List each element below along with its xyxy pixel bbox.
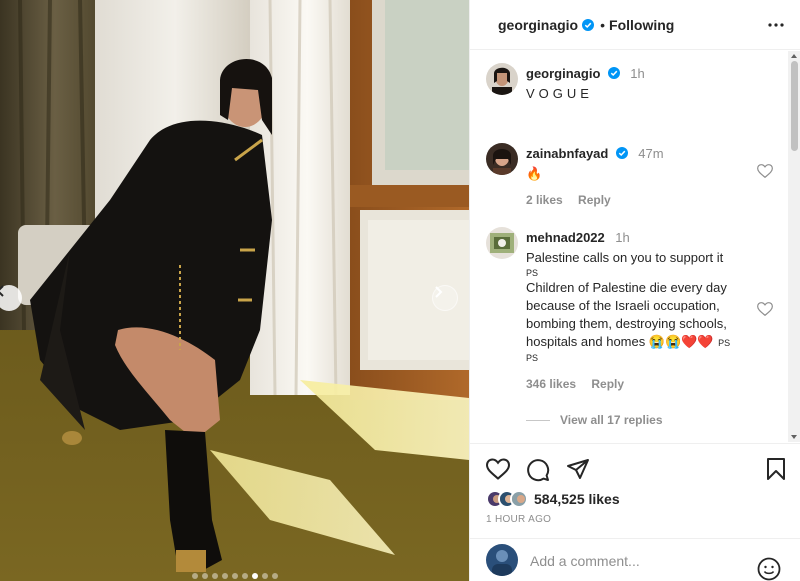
comment-time[interactable]: 1h [615, 230, 629, 245]
author-username[interactable]: georginagio [498, 17, 578, 33]
comment-likes[interactable]: 2 likes [526, 193, 563, 207]
comment-line: because of the Israeli occupation, [526, 298, 720, 313]
carousel-next-button[interactable] [432, 285, 458, 311]
post-actions: 584,525 likes 1 HOUR AGO [470, 443, 800, 538]
comments-list[interactable]: georginagio 1h VOGUE zainabnfayad 47m 🔥 [470, 51, 800, 442]
more-horizontal-icon [768, 23, 784, 27]
carousel-dot [191, 573, 198, 579]
comment-button[interactable] [526, 458, 550, 487]
post-timestamp[interactable]: 1 HOUR AGO [486, 514, 551, 525]
post-side-panel: georginagio • Following georginagio 1h V… [469, 0, 800, 581]
reply-button[interactable]: Reply [578, 193, 611, 207]
comment-input[interactable] [530, 551, 750, 571]
heart-icon [485, 458, 511, 480]
comment-line: Palestine calls on you to support it [526, 250, 724, 265]
caption-username[interactable]: georginagio [526, 66, 600, 81]
comment-composer [470, 538, 800, 581]
chevron-left-icon [0, 285, 4, 297]
carousel-dot [271, 573, 278, 579]
carousel-dot [231, 573, 238, 579]
heart-icon [757, 164, 773, 179]
post-header: georginagio • Following [470, 0, 800, 50]
comment-text: 🔥 [526, 166, 543, 181]
following-button[interactable]: Following [609, 17, 674, 33]
post-photo [0, 0, 469, 581]
current-user-avatar [486, 544, 518, 576]
carousel-dot [261, 573, 268, 579]
comment-like-button[interactable] [757, 164, 773, 183]
verified-badge-icon [615, 147, 628, 159]
carousel-dot [241, 573, 248, 579]
caption-avatar[interactable] [486, 63, 518, 95]
bookmark-icon [767, 458, 785, 480]
carousel-indicator [0, 573, 469, 579]
carousel-dot [201, 573, 208, 579]
comment-avatar[interactable] [486, 227, 518, 259]
likes-summary[interactable]: 584,525 likes [486, 490, 620, 508]
carousel-dot [211, 573, 218, 579]
like-button[interactable] [485, 458, 511, 485]
comment-line: hospitals and homes 😭😭❤️❤️ [526, 334, 714, 349]
comments-scrollbar[interactable] [788, 51, 800, 442]
smiley-icon [757, 557, 781, 581]
carousel-dot [221, 573, 228, 579]
comment-time[interactable]: 47m [638, 146, 663, 161]
send-icon [567, 459, 589, 479]
liker-avatar [510, 490, 528, 508]
verified-badge-icon [607, 67, 620, 79]
replies-divider [526, 419, 550, 421]
emoji-button[interactable] [757, 557, 781, 581]
header-separator: • [600, 16, 606, 33]
comment-meta: 346 likes Reply [526, 377, 761, 391]
reply-button[interactable]: Reply [591, 377, 624, 391]
comment-avatar[interactable] [486, 143, 518, 175]
caption-time[interactable]: 1h [630, 66, 644, 81]
comment-icon [527, 459, 550, 482]
more-options-button[interactable] [765, 14, 787, 36]
share-button[interactable] [566, 458, 590, 485]
chevron-right-icon [435, 286, 443, 298]
scroll-down-arrow[interactable] [791, 435, 797, 439]
comment-username[interactable]: zainabnfayad [526, 146, 608, 161]
caption-text: VOGUE [526, 86, 593, 101]
comment-meta: 2 likes Reply [526, 193, 756, 207]
comment-line: PS [526, 268, 539, 278]
view-replies-label: View all 17 replies [560, 413, 663, 427]
comment-line: Children of Palestine die every day [526, 280, 727, 295]
scroll-up-arrow[interactable] [791, 54, 797, 58]
carousel-dot-active [251, 573, 258, 579]
photo-scene [0, 0, 469, 581]
likes-count[interactable]: 584,525 likes [534, 491, 620, 507]
verified-badge-icon [582, 18, 595, 31]
comment-username[interactable]: mehnad2022 [526, 230, 605, 245]
comment-line: PS [526, 353, 539, 363]
comment-likes[interactable]: 346 likes [526, 377, 576, 391]
view-replies-button[interactable]: View all 17 replies [526, 413, 663, 427]
scroll-thumb[interactable] [791, 61, 798, 151]
caption: georginagio 1h VOGUE [526, 65, 776, 103]
comment: zainabnfayad 47m 🔥 2 likes Reply [526, 145, 756, 207]
heart-icon [757, 302, 773, 317]
comment-line: bombing them, destroying schools, [526, 316, 727, 331]
comment-text: Palestine calls on you to support it PS … [526, 249, 761, 365]
comment-like-button[interactable] [757, 302, 773, 321]
save-button[interactable] [766, 458, 786, 485]
comment-line: PS [718, 338, 731, 348]
comment: mehnad2022 1h Palestine calls on you to … [526, 229, 761, 391]
